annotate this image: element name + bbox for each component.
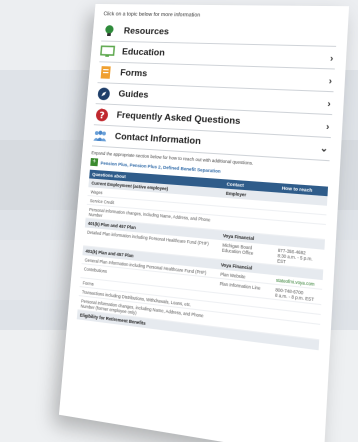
menu-item-label: Contact Information (114, 131, 201, 147)
lightbulb-icon (101, 23, 117, 38)
chevron-right-icon: › (327, 98, 331, 109)
hours: 8:30 a.m. - 5 p.m. EST (277, 252, 313, 264)
chevron-right-icon: › (329, 75, 333, 85)
menu-item-label: Frequently Asked Questions (116, 110, 241, 127)
menu-item-label: Guides (118, 89, 149, 101)
intro-text: Click on a topic below for more informat… (103, 12, 338, 21)
compass-icon (96, 85, 112, 101)
plus-icon: + (90, 158, 98, 166)
people-icon (92, 128, 108, 144)
contact-expanded-panel: Expand the appropriate section below for… (77, 150, 330, 350)
chevron-down-icon: ⌄ (320, 143, 329, 155)
document-icon (98, 65, 114, 81)
menu-item-label: Education (122, 47, 166, 59)
chevron-right-icon: › (326, 121, 330, 132)
contact-table: Questions about Contact How to reach Cur… (77, 170, 328, 351)
question-icon: ? (94, 106, 110, 122)
monitor-icon (100, 44, 116, 60)
menu-item-label: Resources (123, 26, 169, 37)
chevron-right-icon: › (330, 52, 334, 62)
content-card: Click on a topic below for more informat… (59, 4, 349, 442)
svg-text:?: ? (99, 110, 105, 121)
menu-item-label: Forms (120, 68, 148, 79)
